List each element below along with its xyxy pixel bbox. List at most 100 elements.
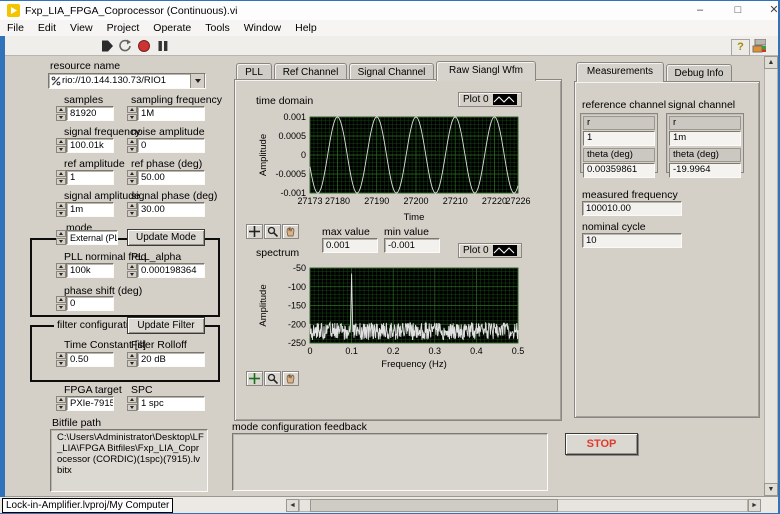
- window-border-left: [0, 36, 5, 497]
- resource-name-label: resource name: [50, 60, 120, 72]
- svg-text:-250: -250: [288, 338, 306, 348]
- signal-phase-stepper[interactable]: [127, 202, 137, 217]
- filter-rolloff-input[interactable]: 20 dB: [137, 352, 205, 367]
- time-domain-legend[interactable]: Plot 0: [458, 92, 522, 107]
- run-continuous-icon[interactable]: [118, 39, 132, 53]
- ref-phase-label: ref phase (deg): [131, 158, 202, 170]
- minimize-button[interactable]: –: [684, 1, 716, 20]
- plot-line-icon: [493, 245, 517, 256]
- update-mode-button[interactable]: Update Mode: [127, 229, 205, 246]
- spectrum-label: spectrum: [256, 247, 299, 259]
- menu-window[interactable]: Window: [237, 22, 288, 34]
- fpga-target-input[interactable]: PXIe-7915: [66, 396, 114, 411]
- menu-help[interactable]: Help: [288, 22, 324, 34]
- pll-nominal-freq-stepper[interactable]: [56, 263, 66, 278]
- phase-shift-stepper[interactable]: [56, 296, 66, 311]
- signal-frequency-stepper[interactable]: [56, 138, 66, 153]
- scroll-up-icon[interactable]: ▲: [764, 56, 778, 69]
- samples-stepper[interactable]: [56, 106, 66, 121]
- pause-icon[interactable]: [156, 39, 170, 53]
- signal-frequency-input[interactable]: 100.01k: [66, 138, 114, 153]
- menu-file[interactable]: File: [0, 22, 31, 34]
- close-button[interactable]: ✕: [758, 1, 780, 20]
- signal-phase-input[interactable]: 30.00: [137, 202, 205, 217]
- samples-input[interactable]: 81920: [66, 106, 114, 121]
- labview-icon: [7, 4, 20, 17]
- spc-stepper[interactable]: [127, 396, 137, 411]
- scroll-left-icon[interactable]: ◄: [286, 499, 299, 512]
- menu-operate[interactable]: Operate: [146, 22, 198, 34]
- bitfile-path-input[interactable]: C:\Users\Administrator\Desktop\LF_LIA\FP…: [50, 429, 208, 492]
- resource-name-combo[interactable]: rio://10.144.130.73/RIO1: [48, 73, 206, 89]
- menu-tools[interactable]: Tools: [198, 22, 237, 34]
- maximize-button[interactable]: □: [722, 1, 754, 20]
- sampling-frequency-label: sampling frequency: [131, 94, 222, 106]
- ref-amplitude-stepper[interactable]: [56, 170, 66, 185]
- spectrum-graph[interactable]: 00.10.20.30.40.5-50-100-150-200-250Frequ…: [248, 261, 540, 374]
- samples-label: samples: [64, 94, 103, 106]
- menu-edit[interactable]: Edit: [31, 22, 63, 34]
- reference-channel-label: reference channel: [582, 99, 666, 111]
- pll-alpha-stepper[interactable]: [127, 263, 137, 278]
- phase-shift-input[interactable]: 0: [66, 296, 114, 311]
- cursor-move-icon[interactable]: [246, 371, 263, 386]
- stop-button[interactable]: STOP: [565, 433, 638, 455]
- ref-theta-label: theta (deg): [583, 148, 655, 162]
- spectrum-legend[interactable]: Plot 0: [458, 243, 522, 258]
- scroll-down-icon[interactable]: ▼: [764, 483, 778, 496]
- svg-text:Frequency (Hz): Frequency (Hz): [381, 359, 446, 369]
- fpga-target-label: FPGA target: [64, 384, 122, 396]
- horizontal-scrollbar-thumb[interactable]: [310, 499, 558, 512]
- project-context[interactable]: Lock-in-Amplifier.lvproj/My Computer: [2, 498, 173, 513]
- labview-window: Fxp_LIA_FPGA_Coprocessor (Continuous).vi…: [0, 0, 780, 514]
- time-domain-graph-palette: [246, 224, 299, 239]
- noise-amplitude-input[interactable]: 0: [137, 138, 205, 153]
- ref-phase-input[interactable]: 50.00: [137, 170, 205, 185]
- spc-input[interactable]: 1 spc: [137, 396, 205, 411]
- zoom-icon[interactable]: [264, 224, 281, 239]
- menu-view[interactable]: View: [63, 22, 100, 34]
- toolbar: ?: [0, 36, 780, 56]
- noise-amplitude-stepper[interactable]: [127, 138, 137, 153]
- menu-project[interactable]: Project: [100, 22, 147, 34]
- tab-measurements[interactable]: Measurements: [576, 62, 664, 82]
- update-filter-button[interactable]: Update Filter: [127, 317, 205, 334]
- run-icon[interactable]: [100, 39, 114, 53]
- abort-icon[interactable]: [137, 39, 151, 53]
- signal-phase-label: signal phase (deg): [131, 190, 217, 202]
- fpga-target-stepper[interactable]: [56, 396, 66, 411]
- mode-select[interactable]: External (PLL): [66, 230, 118, 245]
- svg-text:-200: -200: [288, 319, 306, 329]
- zoom-icon[interactable]: [264, 371, 281, 386]
- pan-icon[interactable]: [282, 371, 299, 386]
- status-bar: Lock-in-Amplifier.lvproj/My Computer ◄ ►: [0, 496, 780, 514]
- signal-amplitude-input[interactable]: 1m: [66, 202, 114, 217]
- resource-name-value[interactable]: rio://10.144.130.73/RIO1: [62, 75, 190, 87]
- signal-amplitude-stepper[interactable]: [56, 202, 66, 217]
- time-domain-graph[interactable]: 271732718027190272002721027220272260.001…: [248, 110, 540, 227]
- chevron-down-icon[interactable]: [190, 73, 205, 89]
- svg-text:-150: -150: [288, 301, 306, 311]
- vertical-scrollbar[interactable]: [764, 56, 778, 496]
- tab-debug-info[interactable]: Debug Info: [666, 64, 732, 82]
- svg-text:0.5: 0.5: [512, 346, 525, 356]
- context-help-icon[interactable]: [752, 39, 766, 53]
- ref-phase-stepper[interactable]: [127, 170, 137, 185]
- mode-configuration-feedback-box: [232, 433, 548, 491]
- ref-amplitude-input[interactable]: 1: [66, 170, 114, 185]
- pll-nominal-freq-input[interactable]: 100k: [66, 263, 114, 278]
- filter-rolloff-stepper[interactable]: [127, 352, 137, 367]
- svg-text:0.4: 0.4: [470, 346, 483, 356]
- sig-r-indicator: 1m: [669, 131, 741, 146]
- help-icon[interactable]: ?: [731, 39, 750, 56]
- sampling-frequency-stepper[interactable]: [127, 106, 137, 121]
- cursor-move-icon[interactable]: [246, 224, 263, 239]
- mode-stepper[interactable]: [56, 230, 66, 245]
- scroll-right-icon[interactable]: ►: [748, 499, 761, 512]
- pll-alpha-input[interactable]: 0.000198364: [137, 263, 205, 278]
- time-constant-stepper[interactable]: [56, 352, 66, 367]
- sampling-frequency-input[interactable]: 1M: [137, 106, 205, 121]
- pan-icon[interactable]: [282, 224, 299, 239]
- tab-raw-signal-wfm[interactable]: Raw Siangl Wfm: [436, 61, 536, 81]
- time-constant-input[interactable]: 0.50: [66, 352, 114, 367]
